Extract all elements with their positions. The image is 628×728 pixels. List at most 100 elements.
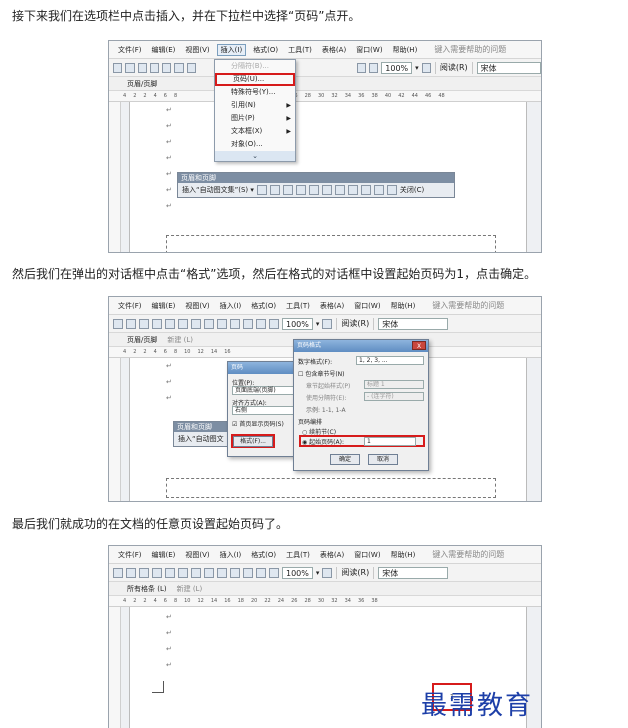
menu-item-object[interactable]: 对象(O)... bbox=[215, 138, 295, 151]
spelling-icon[interactable] bbox=[191, 318, 201, 329]
menu-edit[interactable]: 编辑(E) bbox=[149, 45, 179, 55]
font-name-box[interactable]: 宋体 bbox=[476, 61, 541, 74]
menu-window[interactable]: 窗口(W) bbox=[351, 301, 383, 311]
preview-icon[interactable] bbox=[178, 567, 188, 578]
menu-view[interactable]: 视图(V) bbox=[182, 301, 212, 311]
save-icon[interactable] bbox=[139, 318, 149, 329]
help-search-box[interactable]: 键入需要帮助的问题 bbox=[432, 300, 504, 311]
paste-icon[interactable] bbox=[230, 567, 240, 578]
style-select[interactable]: 所有格条 (L) bbox=[127, 584, 167, 594]
link-previous-icon[interactable] bbox=[347, 185, 358, 195]
page-number-icon[interactable] bbox=[256, 185, 267, 195]
save-icon[interactable] bbox=[137, 62, 147, 73]
menu-insert[interactable]: 插入(I) bbox=[217, 550, 245, 560]
expand-menu-icon[interactable]: ⌄ bbox=[215, 151, 295, 161]
time-icon[interactable] bbox=[308, 185, 319, 195]
menu-item-textbox[interactable]: 文本框(X) ▶ bbox=[215, 125, 295, 138]
preview-icon[interactable] bbox=[174, 62, 184, 73]
format-page-number-icon[interactable] bbox=[282, 185, 293, 195]
alignment-select[interactable]: 右侧 bbox=[232, 406, 294, 415]
new-doc-icon[interactable] bbox=[113, 567, 123, 578]
menu-insert[interactable]: 插入(I) bbox=[217, 301, 245, 311]
menu-help[interactable]: 帮助(H) bbox=[388, 301, 419, 311]
number-format-select[interactable]: 1, 2, 3, ... bbox=[356, 356, 424, 365]
new-style-button[interactable]: 新建 (L) bbox=[167, 335, 193, 345]
table-icon[interactable] bbox=[356, 62, 366, 73]
menu-edit[interactable]: 编辑(E) bbox=[149, 301, 179, 311]
save-icon[interactable] bbox=[139, 567, 149, 578]
menu-help[interactable]: 帮助(H) bbox=[388, 550, 419, 560]
help-icon[interactable] bbox=[322, 567, 333, 578]
cut-icon[interactable] bbox=[204, 567, 214, 578]
menu-format[interactable]: 格式(O) bbox=[248, 301, 279, 311]
spelling-icon[interactable] bbox=[191, 567, 201, 578]
page-setup-icon[interactable] bbox=[321, 185, 332, 195]
columns-icon[interactable] bbox=[269, 567, 279, 578]
start-at-input[interactable]: 1 bbox=[364, 437, 416, 446]
menu-item-break[interactable]: 分隔符(B)... bbox=[215, 60, 295, 73]
preview-icon[interactable] bbox=[178, 318, 188, 329]
table-icon[interactable] bbox=[256, 567, 266, 578]
footer-area[interactable] bbox=[166, 235, 496, 252]
footer-area[interactable] bbox=[166, 478, 496, 498]
previous-icon[interactable] bbox=[373, 185, 384, 195]
cancel-button[interactable]: 取消 bbox=[368, 454, 398, 465]
permission-icon[interactable] bbox=[152, 567, 162, 578]
insert-autotext-button[interactable]: 插入“自动图文集”(S) ▾ bbox=[182, 185, 254, 195]
copy-icon[interactable] bbox=[217, 567, 227, 578]
first-page-checkbox[interactable]: ☑ 首页显示页码(S) bbox=[232, 419, 284, 428]
menu-edit[interactable]: 编辑(E) bbox=[149, 550, 179, 560]
columns-icon[interactable] bbox=[368, 62, 379, 73]
header-footer-label[interactable]: 页眉/页脚 bbox=[127, 335, 157, 345]
close-hf-button[interactable]: 关闭(C) bbox=[400, 185, 424, 195]
chevron-down-icon[interactable]: ▾ bbox=[316, 320, 320, 328]
menu-table[interactable]: 表格(A) bbox=[319, 45, 349, 55]
permission-icon[interactable] bbox=[152, 318, 162, 329]
font-name-box[interactable]: 宋体 bbox=[378, 566, 449, 579]
menu-file[interactable]: 文件(F) bbox=[115, 301, 145, 311]
position-select[interactable]: 页面底端(页脚) bbox=[232, 386, 294, 395]
horizontal-ruler[interactable]: 4 2 2 4 6 8 20 22 24 26 28 30 32 34 36 3… bbox=[109, 91, 541, 102]
menu-file[interactable]: 文件(F) bbox=[115, 550, 145, 560]
show-text-icon[interactable] bbox=[334, 185, 345, 195]
chevron-down-icon[interactable]: ▾ bbox=[415, 64, 419, 72]
table-icon[interactable] bbox=[256, 318, 266, 329]
undo-icon[interactable] bbox=[243, 318, 253, 329]
include-chapter-checkbox[interactable]: ☐ 包含章节号(N) bbox=[298, 369, 344, 378]
open-icon[interactable] bbox=[126, 567, 136, 578]
menu-table[interactable]: 表格(A) bbox=[317, 301, 347, 311]
help-icon[interactable] bbox=[322, 318, 333, 329]
menu-item-page-number[interactable]: 页码(U)... bbox=[215, 73, 295, 86]
vertical-ruler[interactable] bbox=[109, 607, 121, 728]
date-icon[interactable] bbox=[295, 185, 306, 195]
cut-icon[interactable] bbox=[204, 318, 214, 329]
read-mode-button[interactable]: 阅读(R) bbox=[341, 567, 369, 578]
menu-view[interactable]: 视图(V) bbox=[182, 45, 212, 55]
spelling-icon[interactable] bbox=[186, 62, 196, 73]
menu-tools[interactable]: 工具(T) bbox=[283, 301, 313, 311]
switch-header-footer-icon[interactable] bbox=[360, 185, 371, 195]
menu-tools[interactable]: 工具(T) bbox=[285, 45, 315, 55]
new-style-button[interactable]: 新建 (L) bbox=[177, 584, 203, 594]
vertical-ruler[interactable] bbox=[109, 102, 121, 252]
insert-autotext-button[interactable]: 插入“自动图文 bbox=[178, 434, 224, 444]
copy-icon[interactable] bbox=[217, 318, 227, 329]
new-doc-icon[interactable] bbox=[113, 62, 123, 73]
menu-insert[interactable]: 插入(I) bbox=[216, 43, 247, 56]
print-icon[interactable] bbox=[162, 62, 172, 73]
print-icon[interactable] bbox=[165, 567, 175, 578]
open-icon[interactable] bbox=[126, 318, 136, 329]
menu-item-symbol[interactable]: 特殊符号(Y)... bbox=[215, 86, 295, 99]
font-name-box[interactable]: 宋体 bbox=[378, 317, 449, 330]
menu-format[interactable]: 格式(O) bbox=[248, 550, 279, 560]
columns-icon[interactable] bbox=[269, 318, 279, 329]
menu-tools[interactable]: 工具(T) bbox=[283, 550, 313, 560]
horizontal-ruler[interactable]: 4 2 2 4 6 8 10 12 14 16 18 20 22 24 26 2… bbox=[109, 596, 541, 607]
format-button[interactable]: 格式(F)... bbox=[233, 436, 273, 447]
header-footer-label[interactable]: 页眉/页脚 bbox=[127, 79, 157, 89]
chapter-style-select[interactable]: 标题 1 bbox=[364, 380, 424, 389]
open-icon[interactable] bbox=[125, 62, 135, 73]
menu-item-picture[interactable]: 图片(P) ▶ bbox=[215, 112, 295, 125]
new-doc-icon[interactable] bbox=[113, 318, 123, 329]
read-mode-button[interactable]: 阅读(R) bbox=[440, 62, 468, 73]
